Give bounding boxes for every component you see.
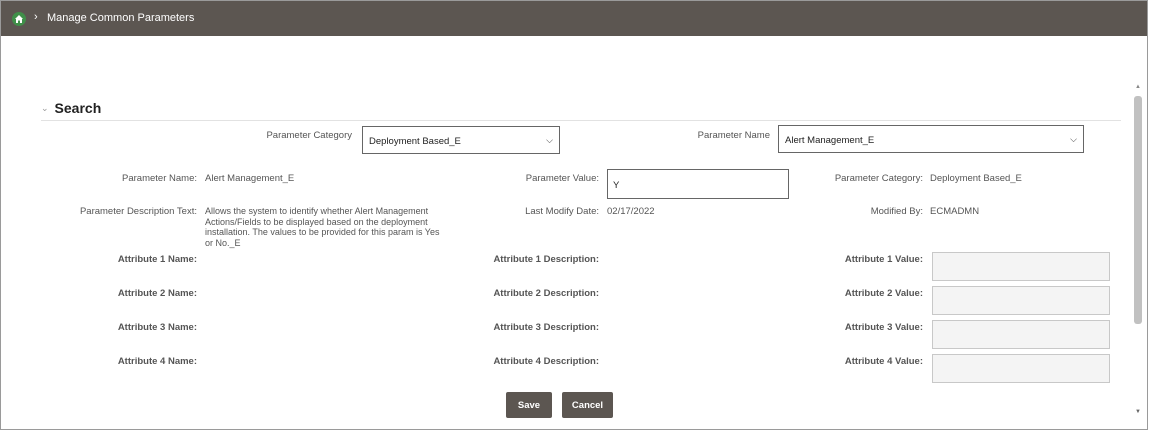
attribute-2-value-field[interactable] (932, 286, 1110, 315)
param-name-label: Parameter Name: (122, 173, 197, 184)
scrollbar-thumb[interactable] (1134, 96, 1142, 324)
divider (41, 120, 1121, 121)
scroll-up-arrow-icon[interactable]: ▲ (1135, 84, 1141, 90)
param-category-value: Deployment Based_E (930, 173, 1022, 184)
home-icon[interactable] (12, 12, 26, 26)
attribute-4-name-label: Attribute 4 Name: (117, 356, 197, 367)
breadcrumb-page: Manage Common Parameters (47, 12, 195, 24)
app-frame: › Manage Common Parameters ⌄ Search Para… (0, 0, 1148, 430)
attribute-4-value-label: Attribute 4 Value: (844, 356, 923, 367)
chevron-down-icon: ⌵ (1070, 134, 1077, 144)
attribute-4-description-label: Attribute 4 Description: (493, 356, 599, 367)
last-modify-value: 02/17/2022 (607, 206, 655, 217)
attribute-1-value-label: Attribute 1 Value: (844, 254, 923, 265)
search-section-header[interactable]: ⌄ Search (41, 100, 101, 116)
param-description-value: Allows the system to identify whether Al… (205, 206, 440, 248)
cancel-button[interactable]: Cancel (562, 392, 613, 418)
modified-by-label: Modified By: (870, 206, 923, 217)
parameter-category-select[interactable]: Deployment Based_E ⌵ (362, 126, 560, 154)
collapse-chevron-icon[interactable]: ⌄ (41, 103, 49, 114)
parameter-name-label: Parameter Name (697, 130, 770, 141)
modified-by-value: ECMADMN (930, 206, 980, 217)
scroll-down-arrow-icon[interactable]: ▼ (1135, 409, 1141, 415)
parameter-value-input[interactable]: Y (607, 169, 789, 199)
chevron-right-icon: › (34, 11, 38, 23)
attribute-1-description-label: Attribute 1 Description: (493, 254, 599, 265)
attribute-3-value-field[interactable] (932, 320, 1110, 349)
top-bar: › Manage Common Parameters (1, 1, 1147, 36)
param-category-label: Parameter Category: (834, 173, 923, 184)
attribute-1-name-label: Attribute 1 Name: (117, 254, 197, 265)
param-name-value: Alert Management_E (205, 173, 295, 184)
last-modify-label: Last Modify Date: (525, 206, 599, 217)
attribute-3-description-label: Attribute 3 Description: (493, 322, 599, 333)
attribute-3-value-label: Attribute 3 Value: (844, 322, 923, 333)
chevron-down-icon: ⌵ (546, 135, 553, 145)
param-description-label: Parameter Description Text: (79, 206, 197, 217)
attribute-1-value-field[interactable] (932, 252, 1110, 281)
save-button[interactable]: Save (506, 392, 552, 418)
parameter-name-select[interactable]: Alert Management_E ⌵ (778, 125, 1084, 153)
attribute-2-name-label: Attribute 2 Name: (117, 288, 197, 299)
attribute-3-name-label: Attribute 3 Name: (117, 322, 197, 333)
parameter-category-label: Parameter Category (266, 130, 352, 141)
attribute-4-value-field[interactable] (932, 354, 1110, 383)
search-title: Search (54, 100, 102, 116)
attribute-2-description-label: Attribute 2 Description: (493, 288, 599, 299)
attribute-2-value-label: Attribute 2 Value: (844, 288, 923, 299)
param-value-label: Parameter Value: (525, 173, 599, 184)
vertical-scrollbar[interactable]: ▲ ▼ (1131, 81, 1145, 429)
